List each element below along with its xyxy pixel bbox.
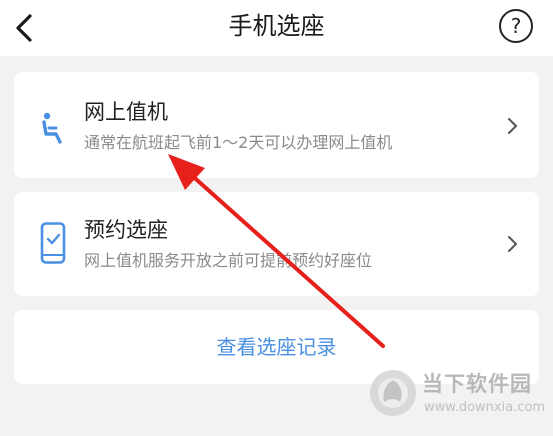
- page-title: 手机选座: [228, 12, 325, 40]
- reserve-seat-title: 预约选座: [84, 218, 168, 242]
- app-header: 手机选座 ?: [0, 0, 553, 56]
- online-checkin-card[interactable]: 网上值机 通常在航班起飞前1～2天可以办理网上值机: [14, 72, 539, 178]
- view-seat-history-link[interactable]: 查看选座记录: [14, 333, 539, 361]
- online-checkin-description: 通常在航班起飞前1～2天可以办理网上值机: [84, 133, 393, 152]
- watermark-logo-icon: [370, 370, 416, 416]
- watermark-name: 当下软件园: [422, 372, 532, 396]
- reserve-seat-description: 网上值机服务开放之前可提前预约好座位: [84, 251, 373, 270]
- watermark-url: www.downxia.com: [424, 400, 546, 415]
- seat-icon: [42, 112, 62, 144]
- reserve-seat-card[interactable]: 预约选座 网上值机服务开放之前可提前预约好座位: [14, 192, 539, 296]
- online-checkin-title: 网上值机: [84, 100, 168, 124]
- chevron-right-icon: [508, 236, 517, 252]
- chevron-right-icon: [508, 118, 517, 134]
- help-button[interactable]: ?: [499, 9, 533, 43]
- watermark: 当下软件园 www.downxia.com: [364, 364, 546, 424]
- phone-check-icon: [40, 222, 66, 264]
